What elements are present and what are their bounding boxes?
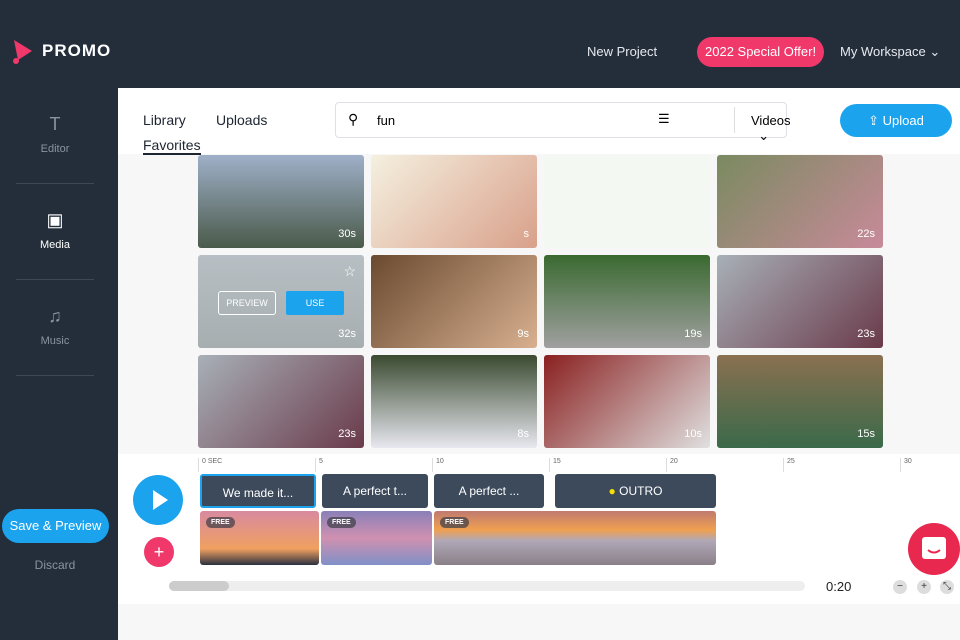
- scroll-thumb[interactable]: [169, 581, 229, 591]
- tick-label: 25: [783, 458, 795, 472]
- duration: 19s: [684, 328, 702, 340]
- library-header: Library Uploads Favorites ⚲ fun ☰ Videos…: [118, 88, 960, 155]
- media-type-select[interactable]: Videos ⌄: [751, 113, 791, 144]
- text-clip[interactable]: We made it...: [200, 474, 316, 508]
- video-clip[interactable]: FREE: [434, 511, 716, 565]
- upload-button[interactable]: ⇪ Upload: [840, 104, 952, 137]
- text-clip[interactable]: A perfect t...: [322, 474, 428, 508]
- filter-icon[interactable]: ☰: [658, 111, 670, 127]
- discard-link[interactable]: Discard: [0, 558, 110, 572]
- duration: 23s: [857, 328, 875, 340]
- media-thumb[interactable]: 30s: [198, 155, 364, 248]
- new-project-link[interactable]: New Project: [587, 44, 657, 59]
- media-thumb[interactable]: [544, 155, 710, 248]
- media-icon: ▣: [46, 210, 64, 230]
- time-ruler: 0 SEC 5 10 15 20 25 30: [198, 454, 960, 474]
- main-panel: Library Uploads Favorites ⚲ fun ☰ Videos…: [118, 88, 960, 640]
- free-badge: FREE: [327, 517, 356, 528]
- duration: s: [523, 228, 530, 240]
- outro-clip[interactable]: ● OUTRO: [555, 474, 716, 508]
- save-preview-button[interactable]: Save & Preview: [2, 509, 109, 543]
- duration: 15s: [857, 428, 875, 440]
- chevron-down-icon: ⌄: [929, 44, 941, 59]
- star-icon[interactable]: ☆: [343, 263, 356, 280]
- use-button[interactable]: USE: [286, 291, 344, 315]
- add-track-button[interactable]: +: [144, 537, 174, 567]
- clip-label: OUTRO: [619, 484, 663, 498]
- media-thumb[interactable]: 9s: [371, 255, 537, 348]
- chevron-down-icon: ⌄: [758, 128, 770, 143]
- media-type-label: Videos: [751, 113, 791, 128]
- upload-icon: ⇪: [868, 113, 880, 128]
- media-grid: 30s s 22s ☆ PREVIEW USE 32s 9s 19s 23s 2…: [198, 155, 883, 448]
- tab-favorites[interactable]: Favorites: [143, 137, 201, 155]
- free-badge: FREE: [440, 517, 469, 528]
- tick-label: 0 SEC: [198, 458, 222, 472]
- media-thumb[interactable]: 8s: [371, 355, 537, 448]
- search-icon: ⚲: [348, 111, 359, 127]
- sidebar: T Editor ▣ Media ♫ Music Save & Preview Dis…: [0, 88, 118, 640]
- video-clip[interactable]: FREE: [321, 511, 432, 565]
- duration: 23s: [338, 428, 356, 440]
- play-icon: [153, 490, 168, 510]
- collapse-icon[interactable]: ⤡: [940, 580, 954, 594]
- music-icon: ♫: [48, 306, 62, 326]
- media-thumb[interactable]: s: [371, 155, 537, 248]
- sidebar-item-media[interactable]: ▣ Media: [16, 184, 94, 280]
- media-thumb[interactable]: 23s: [717, 255, 883, 348]
- sidebar-label: Editor: [40, 143, 70, 155]
- top-bar: PROMO New Project 2022 Special Offer! My…: [0, 0, 960, 88]
- zoom-out-button[interactable]: −: [893, 580, 907, 594]
- divider: [734, 107, 735, 133]
- media-thumb[interactable]: 23s: [198, 355, 364, 448]
- play-button[interactable]: [133, 475, 183, 525]
- search-box: ⚲ fun ☰ Videos ⌄: [335, 102, 791, 143]
- sidebar-item-music[interactable]: ♫ Music: [16, 280, 94, 376]
- chat-button[interactable]: [908, 523, 960, 575]
- tab-uploads[interactable]: Uploads: [216, 112, 267, 128]
- duration: 10s: [684, 428, 702, 440]
- dot-icon: ●: [608, 484, 616, 498]
- timeline-scrollbar[interactable]: [169, 581, 805, 591]
- logo-icon: [13, 40, 32, 64]
- duration: 22s: [857, 228, 875, 240]
- sidebar-item-editor[interactable]: T Editor: [16, 88, 94, 184]
- tick-label: 5: [315, 458, 323, 472]
- media-thumb[interactable]: 19s: [544, 255, 710, 348]
- workspace-menu[interactable]: My Workspace ⌄: [840, 44, 940, 60]
- workspace-label: My Workspace: [840, 44, 926, 59]
- sidebar-label: Music: [40, 335, 70, 347]
- upload-label: Upload: [882, 113, 924, 128]
- text-icon: T: [49, 114, 61, 134]
- duration: 9s: [517, 328, 529, 340]
- free-badge: FREE: [206, 517, 235, 528]
- chat-icon: [922, 537, 946, 559]
- video-clip[interactable]: FREE: [200, 511, 319, 565]
- duration: 32s: [338, 328, 356, 340]
- text-clip[interactable]: A perfect ...: [434, 474, 544, 508]
- duration: 8s: [517, 428, 529, 440]
- media-thumb-hovered[interactable]: ☆ PREVIEW USE 32s: [198, 255, 364, 348]
- tick-label: 10: [432, 458, 444, 472]
- preview-button[interactable]: PREVIEW: [218, 291, 276, 315]
- tick-label: 30: [900, 458, 912, 472]
- brand-name: PROMO: [42, 41, 112, 60]
- search-input[interactable]: fun: [377, 113, 395, 128]
- media-thumb[interactable]: 15s: [717, 355, 883, 448]
- media-thumb[interactable]: 22s: [717, 155, 883, 248]
- zoom-in-button[interactable]: +: [917, 580, 931, 594]
- logo[interactable]: PROMO: [12, 38, 111, 64]
- special-offer-button[interactable]: 2022 Special Offer!: [697, 37, 825, 67]
- duration: 30s: [338, 228, 356, 240]
- tick-label: 15: [549, 458, 561, 472]
- media-thumb[interactable]: 10s: [544, 355, 710, 448]
- current-time: 0:20: [826, 579, 852, 594]
- sidebar-label: Media: [40, 239, 70, 251]
- tick-label: 20: [666, 458, 678, 472]
- tab-library[interactable]: Library: [143, 112, 186, 128]
